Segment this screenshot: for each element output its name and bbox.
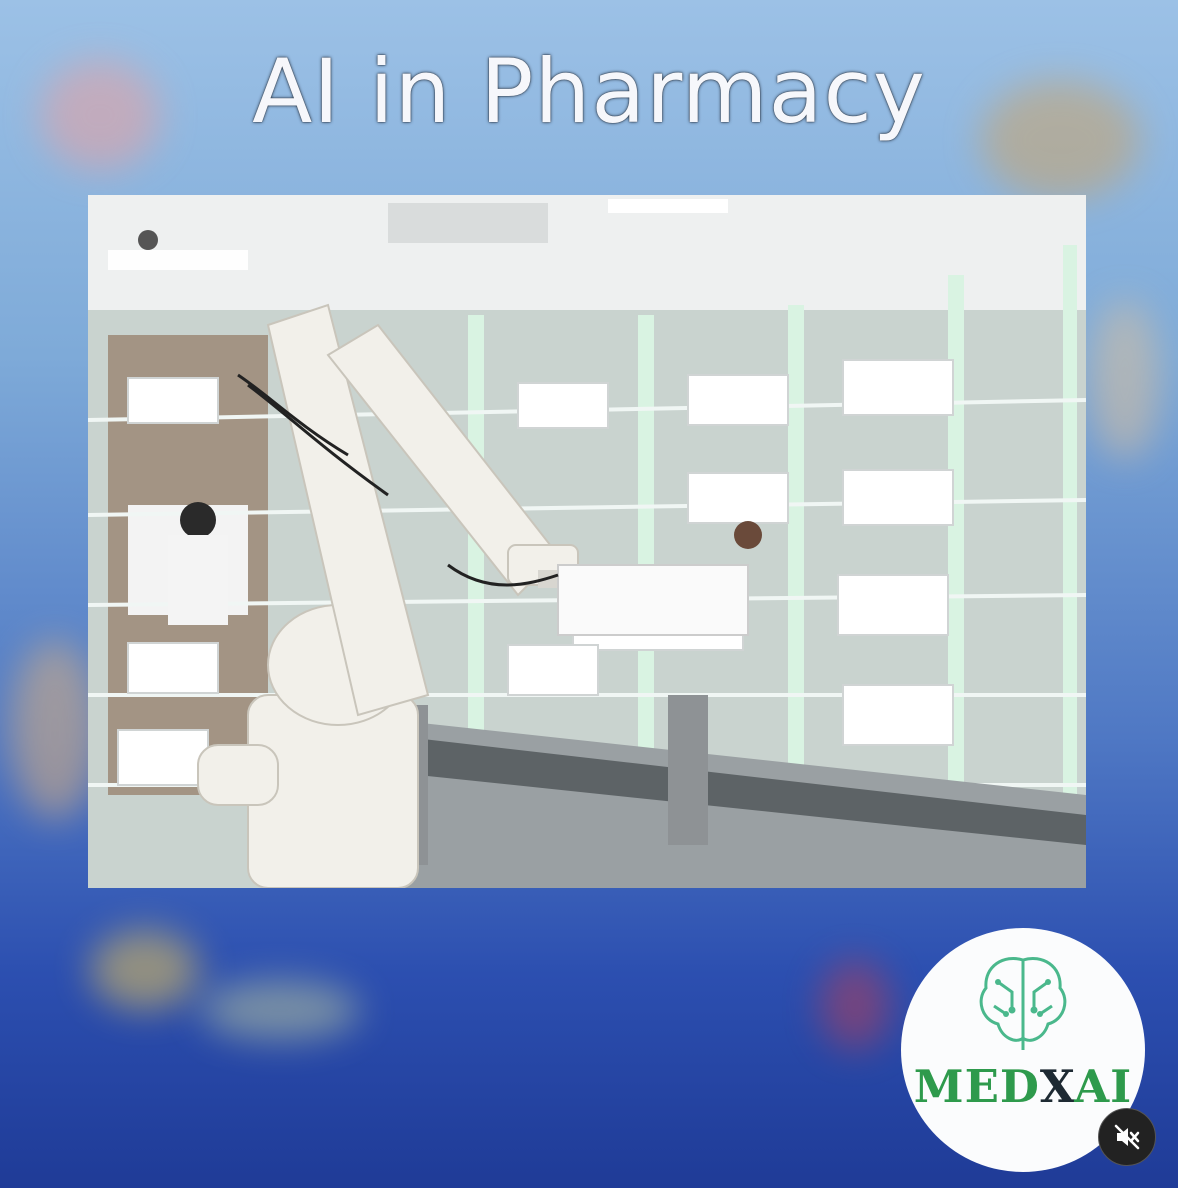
video-post-frame[interactable]: AI in Pharmacy MEDXAI	[0, 0, 1178, 1188]
pharmacy-robot-photo	[88, 195, 1086, 888]
page-title: AI in Pharmacy	[252, 40, 926, 143]
bg-decoration	[200, 980, 360, 1040]
bg-decoration	[820, 960, 890, 1050]
brand-name: MEDXAI	[901, 1060, 1145, 1113]
brain-circuit-icon	[979, 957, 1067, 1050]
brand-part-med: MED	[913, 1060, 1040, 1113]
speaker-muted-icon	[1114, 1124, 1140, 1150]
bg-decoration	[90, 930, 200, 1010]
brand-part-x: X	[1039, 1060, 1075, 1113]
mute-toggle-button[interactable]	[1098, 1108, 1156, 1166]
brand-part-ai: AI	[1074, 1060, 1133, 1113]
bg-decoration	[10, 640, 100, 820]
bg-decoration	[1090, 300, 1160, 460]
